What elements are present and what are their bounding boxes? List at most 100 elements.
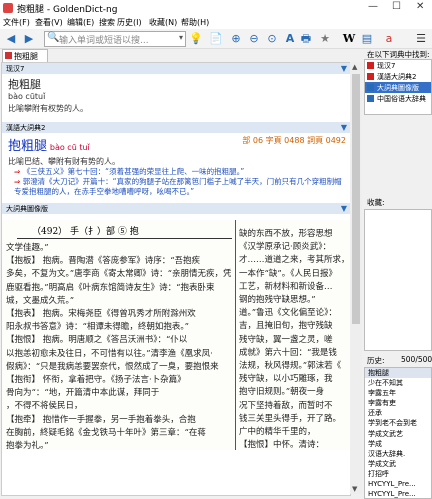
menu-help[interactable]: 帮助(H) <box>181 17 209 28</box>
favorite-star-icon[interactable]: ★ <box>318 32 332 46</box>
scan-text-line: 城，文墨成久荒。” <box>6 295 75 306</box>
scan-right-column: 缺的东西不放，形容思想 《汉学原承记·顾炎武》： 才……道道之来，考其所求， 一本作“… <box>239 228 347 450</box>
scan-text-line: 工艺，新材料和新设备… <box>239 281 333 292</box>
collapse-icon[interactable]: ▼ <box>341 123 347 132</box>
history-item[interactable]: 抱粗腿 <box>365 368 431 379</box>
quote-text[interactable]: 郭澄清《大刀记》开篇十：“真家的狗腿子站在那篱笆门槛子上喊了半天，门前只有几个穿… <box>14 177 342 196</box>
headword: 抱粗腿 <box>8 78 41 91</box>
arrow-icon: ⇒ <box>14 177 21 186</box>
pinyin: bào cūtuǐ <box>8 92 46 101</box>
chevron-down-icon[interactable]: ▾ <box>179 33 183 42</box>
tab-baocutui[interactable]: 抱粗腿 <box>2 49 48 62</box>
print-icon[interactable]: 🖶 <box>299 32 313 46</box>
history-item[interactable]: 学成文武艺 <box>365 429 431 439</box>
dict-header-hanyu[interactable]: 漢語大詞典2 ▼ <box>2 122 350 133</box>
menu-bar: 文件(F) 查看(V) 编辑(E) 搜索 历史(I) 收藏(N) 帮助(H) <box>0 16 432 29</box>
history-label: 历史: <box>367 356 385 365</box>
history-item[interactable]: 孛露有吏 <box>365 398 431 408</box>
collapse-icon[interactable]: ▼ <box>341 204 347 213</box>
article-view[interactable]: 现汉7 ▼ 抱粗腿 bào cūtuǐ 比喻攀附有权势的人。 漢語大詞典2 ▼ … <box>1 62 351 496</box>
menu-file[interactable]: 文件(F) <box>3 17 30 28</box>
maximize-button[interactable]: ☐ <box>392 1 401 12</box>
zoom-in-icon[interactable]: ⊕ <box>229 32 243 46</box>
history-list[interactable]: 抱粗腿 少在不知其 孛露五年 孛露有吏 还承 学到老不会到老 学成文武艺 学成 汉语大辞典. 学成… <box>364 367 432 499</box>
forward-icon[interactable]: ▶ <box>22 32 36 46</box>
history-item[interactable]: 还承 <box>365 408 431 418</box>
scan-text-line: ，不得不将侯民日， <box>6 401 83 412</box>
zoom-reset-icon[interactable]: ⊙ <box>265 32 279 46</box>
scan-text-line: 多矣，不复为文。”唐李商《寄太常卿》诗：“亲朋情无疾，凭 <box>6 269 231 280</box>
history-item[interactable]: 学成 <box>365 439 431 449</box>
dict-item-suyu[interactable]: 中国俗语大辞典 <box>365 93 431 104</box>
dict-name: 大詞典圖像版 <box>6 205 48 213</box>
scan-text-line: 【抱衔】 怀衔，拿着把守。《扬子法言·卜杂篇》 <box>6 375 186 386</box>
history-item[interactable]: 打招呼 <box>365 469 431 479</box>
scan-page-header: （492） 手（扌）部 ⑤ 抱 <box>32 227 139 237</box>
favorites-pane[interactable] <box>364 209 432 351</box>
books-icon[interactable]: a <box>382 32 396 46</box>
article-scrollbar[interactable]: ▲ ▼ <box>350 62 362 494</box>
menu-search[interactable]: 搜索 <box>99 17 115 28</box>
menu-view[interactable]: 查看(V) <box>35 17 63 28</box>
history-item[interactable]: 学成文武 <box>365 459 431 469</box>
scan-text-line: 抱拳为礼。” <box>6 441 49 450</box>
app-icon <box>3 3 13 13</box>
title-bar: 抱粗腿 - GoldenDict-ng — ☐ ✕ <box>0 0 432 16</box>
history-item[interactable]: 少在不知其 <box>365 378 431 388</box>
scroll-down-icon[interactable]: ▼ <box>352 485 357 493</box>
scan-text-line: 况下坚持着敌，而暂时不 <box>239 400 333 411</box>
bulb-icon[interactable]: 💡 <box>189 32 203 46</box>
search-input[interactable]: 🔍 输入单词或短语以搜... ▾ <box>44 31 186 47</box>
scan-text-line: 一本作“缺”。《人民日报》 <box>239 268 337 279</box>
dict-item-hanyu[interactable]: 漢語大詞典2 <box>365 71 431 82</box>
dict-label: 漢語大詞典2 <box>377 73 417 81</box>
dict-color-icon <box>367 95 374 102</box>
scan-left-column: 文学佳趣。” 【抱板】 抱病。晋陶潜《答庞参军》诗序：“吾抱疾 多矣，不复为文。”唐… <box>6 242 231 450</box>
scan-text-line: 在胸前，終疑毛銘《金戈铁马十年叶》第三章：“在蒋 <box>6 427 206 438</box>
dict-item-image[interactable]: 大詞典圖像版 <box>365 82 431 93</box>
wikipedia-icon[interactable]: W <box>342 32 356 46</box>
close-button[interactable]: ✕ <box>416 1 424 12</box>
quote-item: ⇒ 郭澄清《大刀记》开篇十：“真家的狗腿子站在那篱笆门槛子上喊了半天，门前只有几… <box>14 177 344 197</box>
dict-item-xianhan[interactable]: 现汉7 <box>365 60 431 71</box>
scrollbar-thumb[interactable] <box>352 74 360 324</box>
minimize-button[interactable]: — <box>368 1 378 12</box>
history-item[interactable]: HYCYYL_Pre... <box>365 489 431 498</box>
scan-text-line: 【抱牵】 抱惜作一手握拳，另一手抱着拳头，合抱 <box>6 414 196 425</box>
menu-edit[interactable]: 编辑(E) <box>67 17 94 28</box>
definition: 比喻巴结、攀附有财有势的人。 <box>8 157 120 166</box>
history-item[interactable]: 学到老不会到老 <box>365 418 431 428</box>
scan-text-line: 缺的东西不放，形容思想 <box>239 229 333 239</box>
pinyin: bào cū tuǐ <box>49 143 90 152</box>
zoom-out-icon[interactable]: ⊖ <box>247 32 261 46</box>
font-up-icon[interactable]: A <box>283 32 297 46</box>
menu-icon[interactable]: ☰ <box>414 32 428 46</box>
scroll-up-icon[interactable]: ▲ <box>352 63 357 71</box>
toolbar: ◀ ▶ 🔍 输入单词或短语以搜... ▾ 💡 📄 ⊕ ⊖ ⊙ A 🖶 ★ W ▤… <box>0 29 432 49</box>
dictionary-icon <box>5 52 12 59</box>
collapse-icon[interactable]: ▼ <box>341 64 347 73</box>
article-xianhan: 抱粗腿 bào cūtuǐ 比喻攀附有权势的人。 <box>2 74 350 116</box>
scan-text-line: 《汉学原承记·顾炎武》： <box>239 242 331 253</box>
back-icon[interactable]: ◀ <box>4 32 18 46</box>
dict-header-image[interactable]: 大詞典圖像版 ▼ <box>2 203 350 214</box>
quote-text[interactable]: 《三侠五义》第七十回：“须着甚强的荣显往上爬、一味的抱粗腿。” <box>23 167 245 176</box>
menu-favorites[interactable]: 收藏(N) <box>149 17 177 28</box>
right-panel: 在以下词典中找到: 现汉7 漢語大詞典2 大詞典圖像版 中国俗语大辞典 收藏: … <box>363 49 432 499</box>
dictionaries-icon[interactable]: ▤ <box>360 32 374 46</box>
dict-header-xianhan[interactable]: 现汉7 ▼ <box>2 63 350 74</box>
found-dictionaries-list: 现汉7 漢語大詞典2 大詞典圖像版 中国俗语大辞典 <box>364 59 432 115</box>
divider <box>17 238 232 239</box>
scan-text-line: 【抱表】 抱病。宋梅尧臣《得曾巩秀才所附滁州欢 <box>6 309 196 320</box>
history-item[interactable]: 孛露五年 <box>365 388 431 398</box>
scan-text-line: 阳永叔书答意》诗：“相谭未得瞻，终朝如抱表。” <box>6 322 189 333</box>
scan-text-line: 骨向为“：“地，开篇清中本此谋，拜同于 <box>6 388 160 399</box>
tab-label: 抱粗腿 <box>14 52 38 61</box>
scan-text-line: 钢的抱残守缺思想。” <box>239 295 316 306</box>
history-item[interactable]: 汉语大辞典. <box>365 449 431 459</box>
menu-history[interactable]: 历史(I) <box>117 17 142 28</box>
scan-text-line: 钱三关里头得手，开了路。 <box>239 413 342 424</box>
scan-popup-icon[interactable]: 📄 <box>209 32 223 46</box>
scan-text-line: 广中的精华千里的， <box>239 427 316 438</box>
history-item[interactable]: HYCYYL_Pre... <box>365 479 431 489</box>
